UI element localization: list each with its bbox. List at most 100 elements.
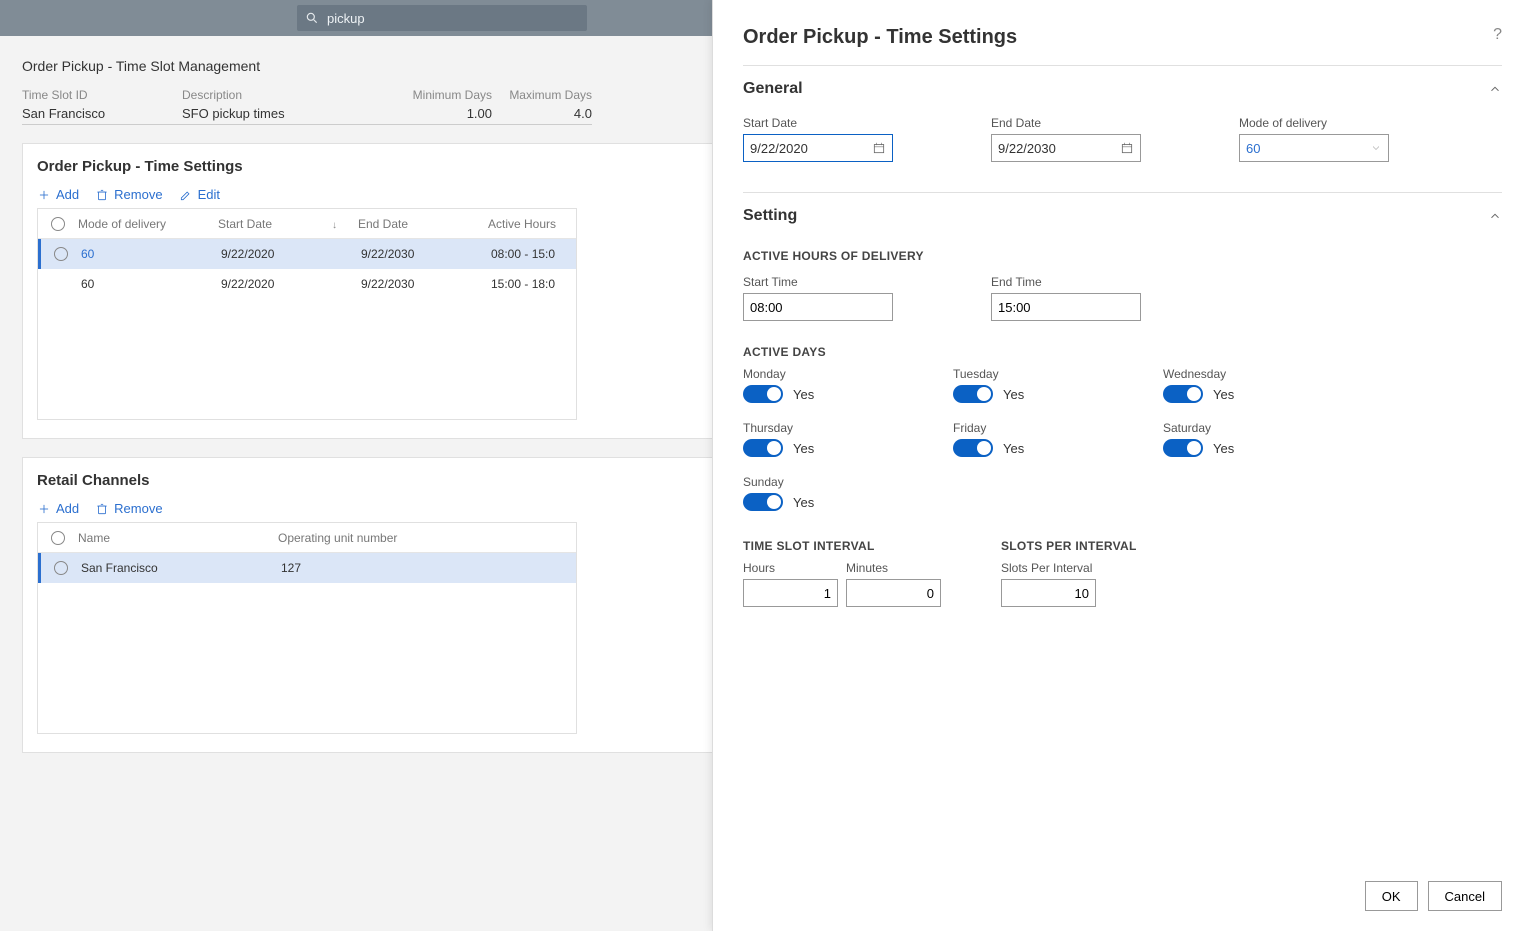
cell-hours: 08:00 - 15:0 — [491, 247, 571, 261]
wednesday-label: Wednesday — [1163, 367, 1373, 381]
timeslotid-value[interactable]: San Francisco — [22, 102, 182, 125]
trash-icon — [95, 188, 109, 202]
wednesday-value: Yes — [1213, 387, 1234, 402]
thursday-label: Thursday — [743, 421, 953, 435]
tuesday-toggle[interactable] — [953, 385, 993, 403]
cell-end: 9/22/2030 — [361, 247, 491, 261]
tuesday-label: Tuesday — [953, 367, 1163, 381]
friday-toggle[interactable] — [953, 439, 993, 457]
col-hours[interactable]: Active Hours — [488, 217, 568, 231]
cell-end: 9/22/2030 — [361, 277, 491, 291]
wednesday-toggle[interactable] — [1163, 385, 1203, 403]
cell-start: 9/22/2020 — [221, 247, 361, 261]
table-row[interactable]: 60 9/22/2020 9/22/2030 08:00 - 15:0 — [38, 239, 576, 269]
add-button[interactable]: Add — [37, 187, 79, 202]
active-days-label: ACTIVE DAYS — [743, 345, 1502, 359]
row-radio[interactable] — [54, 561, 68, 575]
start-date-value: 9/22/2020 — [750, 141, 808, 156]
search-icon — [305, 11, 319, 25]
slots-input[interactable] — [1001, 579, 1096, 607]
col-opunit[interactable]: Operating unit number — [278, 531, 518, 545]
general-label: General — [743, 80, 803, 98]
edit-button[interactable]: Edit — [179, 187, 220, 202]
mode-value: 60 — [1246, 141, 1260, 156]
slots-per-interval-label: SLOTS PER INTERVAL — [1001, 539, 1137, 553]
start-time-label: Start Time — [743, 275, 893, 289]
thursday-toggle[interactable] — [743, 439, 783, 457]
friday-value: Yes — [1003, 441, 1024, 456]
chevron-up-icon — [1488, 209, 1502, 223]
ok-button[interactable]: OK — [1365, 881, 1418, 911]
add-label: Add — [56, 187, 79, 202]
cell-mode: 60 — [81, 277, 221, 291]
min-days-value[interactable]: 1.00 — [392, 102, 492, 125]
setting-label: Setting — [743, 207, 797, 225]
pencil-icon — [179, 188, 193, 202]
minutes-input[interactable] — [846, 579, 941, 607]
table-row[interactable]: San Francisco 127 — [38, 553, 576, 583]
mode-label: Mode of delivery — [1239, 116, 1389, 130]
active-hours-label: ACTIVE HOURS OF DELIVERY — [743, 249, 1502, 263]
hours-input[interactable] — [743, 579, 838, 607]
plus-icon — [37, 502, 51, 516]
col-end[interactable]: End Date — [358, 217, 488, 231]
add-channel-button[interactable]: Add — [37, 501, 79, 516]
setting-fasttab[interactable]: Setting — [743, 193, 1502, 239]
max-days-value[interactable]: 4.0 — [492, 102, 592, 125]
end-date-input[interactable]: 9/22/2030 — [991, 134, 1141, 162]
time-settings-panel: Order Pickup - Time Settings ? General S… — [712, 0, 1532, 931]
help-icon[interactable]: ? — [1493, 26, 1502, 44]
plus-icon — [37, 188, 51, 202]
search-input[interactable] — [327, 11, 579, 26]
monday-value: Yes — [793, 387, 814, 402]
description-value[interactable]: SFO pickup times — [182, 102, 392, 125]
channels-grid: Name Operating unit number San Francisco… — [37, 522, 577, 734]
slots-label: Slots Per Interval — [1001, 561, 1137, 575]
table-row[interactable]: 60 9/22/2020 9/22/2030 15:00 - 18:0 — [38, 269, 576, 299]
cell-hours: 15:00 - 18:0 — [491, 277, 571, 291]
mode-select[interactable]: 60 — [1239, 134, 1389, 162]
calendar-icon[interactable] — [1120, 141, 1134, 155]
end-date-value: 9/22/2030 — [998, 141, 1056, 156]
description-label: Description — [182, 88, 392, 102]
timeslotid-label: Time Slot ID — [22, 88, 182, 102]
chevron-down-icon — [1370, 142, 1382, 154]
remove-label: Remove — [114, 187, 162, 202]
trash-icon — [95, 502, 109, 516]
cancel-button[interactable]: Cancel — [1428, 881, 1502, 911]
sunday-label: Sunday — [743, 475, 953, 489]
end-time-label: End Time — [991, 275, 1141, 289]
hours-label: Hours — [743, 561, 838, 575]
col-start[interactable]: Start Date↓ — [218, 217, 358, 231]
chevron-up-icon — [1488, 82, 1502, 96]
start-time-input[interactable] — [743, 293, 893, 321]
sunday-toggle[interactable] — [743, 493, 783, 511]
interval-label: TIME SLOT INTERVAL — [743, 539, 941, 553]
row-radio[interactable] — [54, 247, 68, 261]
calendar-icon[interactable] — [872, 141, 886, 155]
saturday-toggle[interactable] — [1163, 439, 1203, 457]
global-search[interactable] — [297, 5, 587, 31]
monday-toggle[interactable] — [743, 385, 783, 403]
max-days-label: Maximum Days — [492, 88, 592, 102]
col-name[interactable]: Name — [78, 531, 278, 545]
saturday-label: Saturday — [1163, 421, 1373, 435]
start-date-label: Start Date — [743, 116, 893, 130]
col-mode[interactable]: Mode of delivery — [78, 217, 218, 231]
end-time-input[interactable] — [991, 293, 1141, 321]
monday-label: Monday — [743, 367, 953, 381]
remove-channel-button[interactable]: Remove — [95, 501, 162, 516]
remove-label: Remove — [114, 501, 162, 516]
remove-button[interactable]: Remove — [95, 187, 162, 202]
general-fasttab[interactable]: General — [743, 66, 1502, 112]
cell-mode: 60 — [81, 247, 221, 261]
cell-start: 9/22/2020 — [221, 277, 361, 291]
friday-label: Friday — [953, 421, 1163, 435]
time-settings-grid: Mode of delivery Start Date↓ End Date Ac… — [37, 208, 577, 420]
min-days-label: Minimum Days — [392, 88, 492, 102]
select-all-radio[interactable] — [51, 531, 65, 545]
start-date-input[interactable]: 9/22/2020 — [743, 134, 893, 162]
select-all-radio[interactable] — [51, 217, 65, 231]
tuesday-value: Yes — [1003, 387, 1024, 402]
end-date-label: End Date — [991, 116, 1141, 130]
